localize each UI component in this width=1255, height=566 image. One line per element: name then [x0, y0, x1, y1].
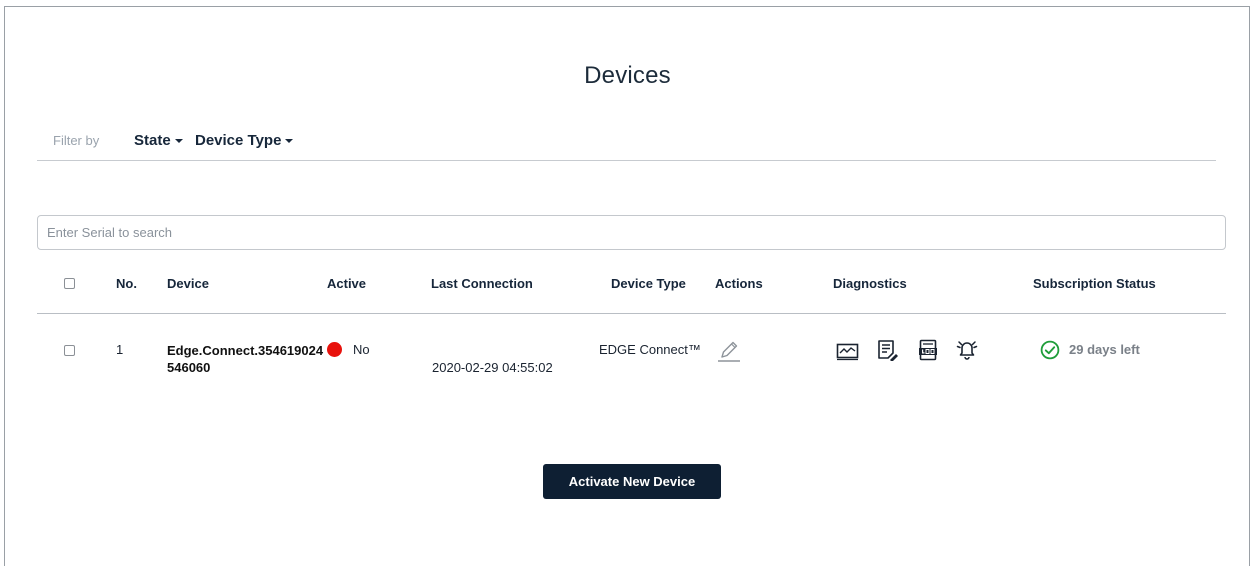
- serial-search-input[interactable]: [37, 215, 1226, 250]
- subscription-days-left: 29 days left: [1069, 342, 1140, 357]
- filter-bar: Filter by State Device Type: [37, 122, 1216, 161]
- filter-label: Filter by: [53, 133, 100, 148]
- row-checkbox[interactable]: [64, 345, 75, 356]
- check-circle-icon: [1040, 340, 1060, 365]
- column-header-subscription-status: Subscription Status: [1033, 276, 1156, 291]
- last-connection-time: 2020-02-29 04:55:02: [432, 360, 553, 375]
- column-header-last-connection: Last Connection: [431, 276, 533, 291]
- device-type-filter-dropdown[interactable]: Device Type: [195, 132, 294, 149]
- caret-down-icon: [285, 139, 294, 144]
- alarm-bell-icon[interactable]: [955, 337, 979, 366]
- device-type-filter-label: Device Type: [195, 132, 282, 149]
- column-header-device: Device: [167, 276, 209, 291]
- state-filter-label: State: [134, 132, 171, 149]
- column-header-no: No.: [116, 276, 137, 291]
- active-status-text: No: [353, 342, 370, 357]
- device-type-value: EDGE Connect™: [599, 342, 701, 357]
- header-divider: [37, 313, 1226, 314]
- activate-new-device-button[interactable]: Activate New Device: [543, 464, 721, 499]
- page-title: Devices: [584, 62, 671, 89]
- log-icon[interactable]: [917, 339, 939, 366]
- device-name-link[interactable]: Edge.Connect.354619024546060: [167, 342, 327, 376]
- row-number: 1: [116, 342, 124, 357]
- column-header-device-type: Device Type: [611, 276, 686, 291]
- select-all-checkbox[interactable]: [64, 278, 75, 289]
- column-header-diagnostics: Diagnostics: [833, 276, 907, 291]
- inactive-status-dot: [327, 342, 342, 357]
- caret-down-icon: [174, 139, 183, 144]
- column-header-active: Active: [327, 276, 367, 291]
- edit-icon[interactable]: [717, 338, 741, 369]
- chart-icon[interactable]: [836, 341, 860, 366]
- state-filter-dropdown[interactable]: State: [134, 132, 183, 149]
- column-header-actions: Actions: [715, 276, 763, 291]
- report-icon[interactable]: [877, 339, 899, 366]
